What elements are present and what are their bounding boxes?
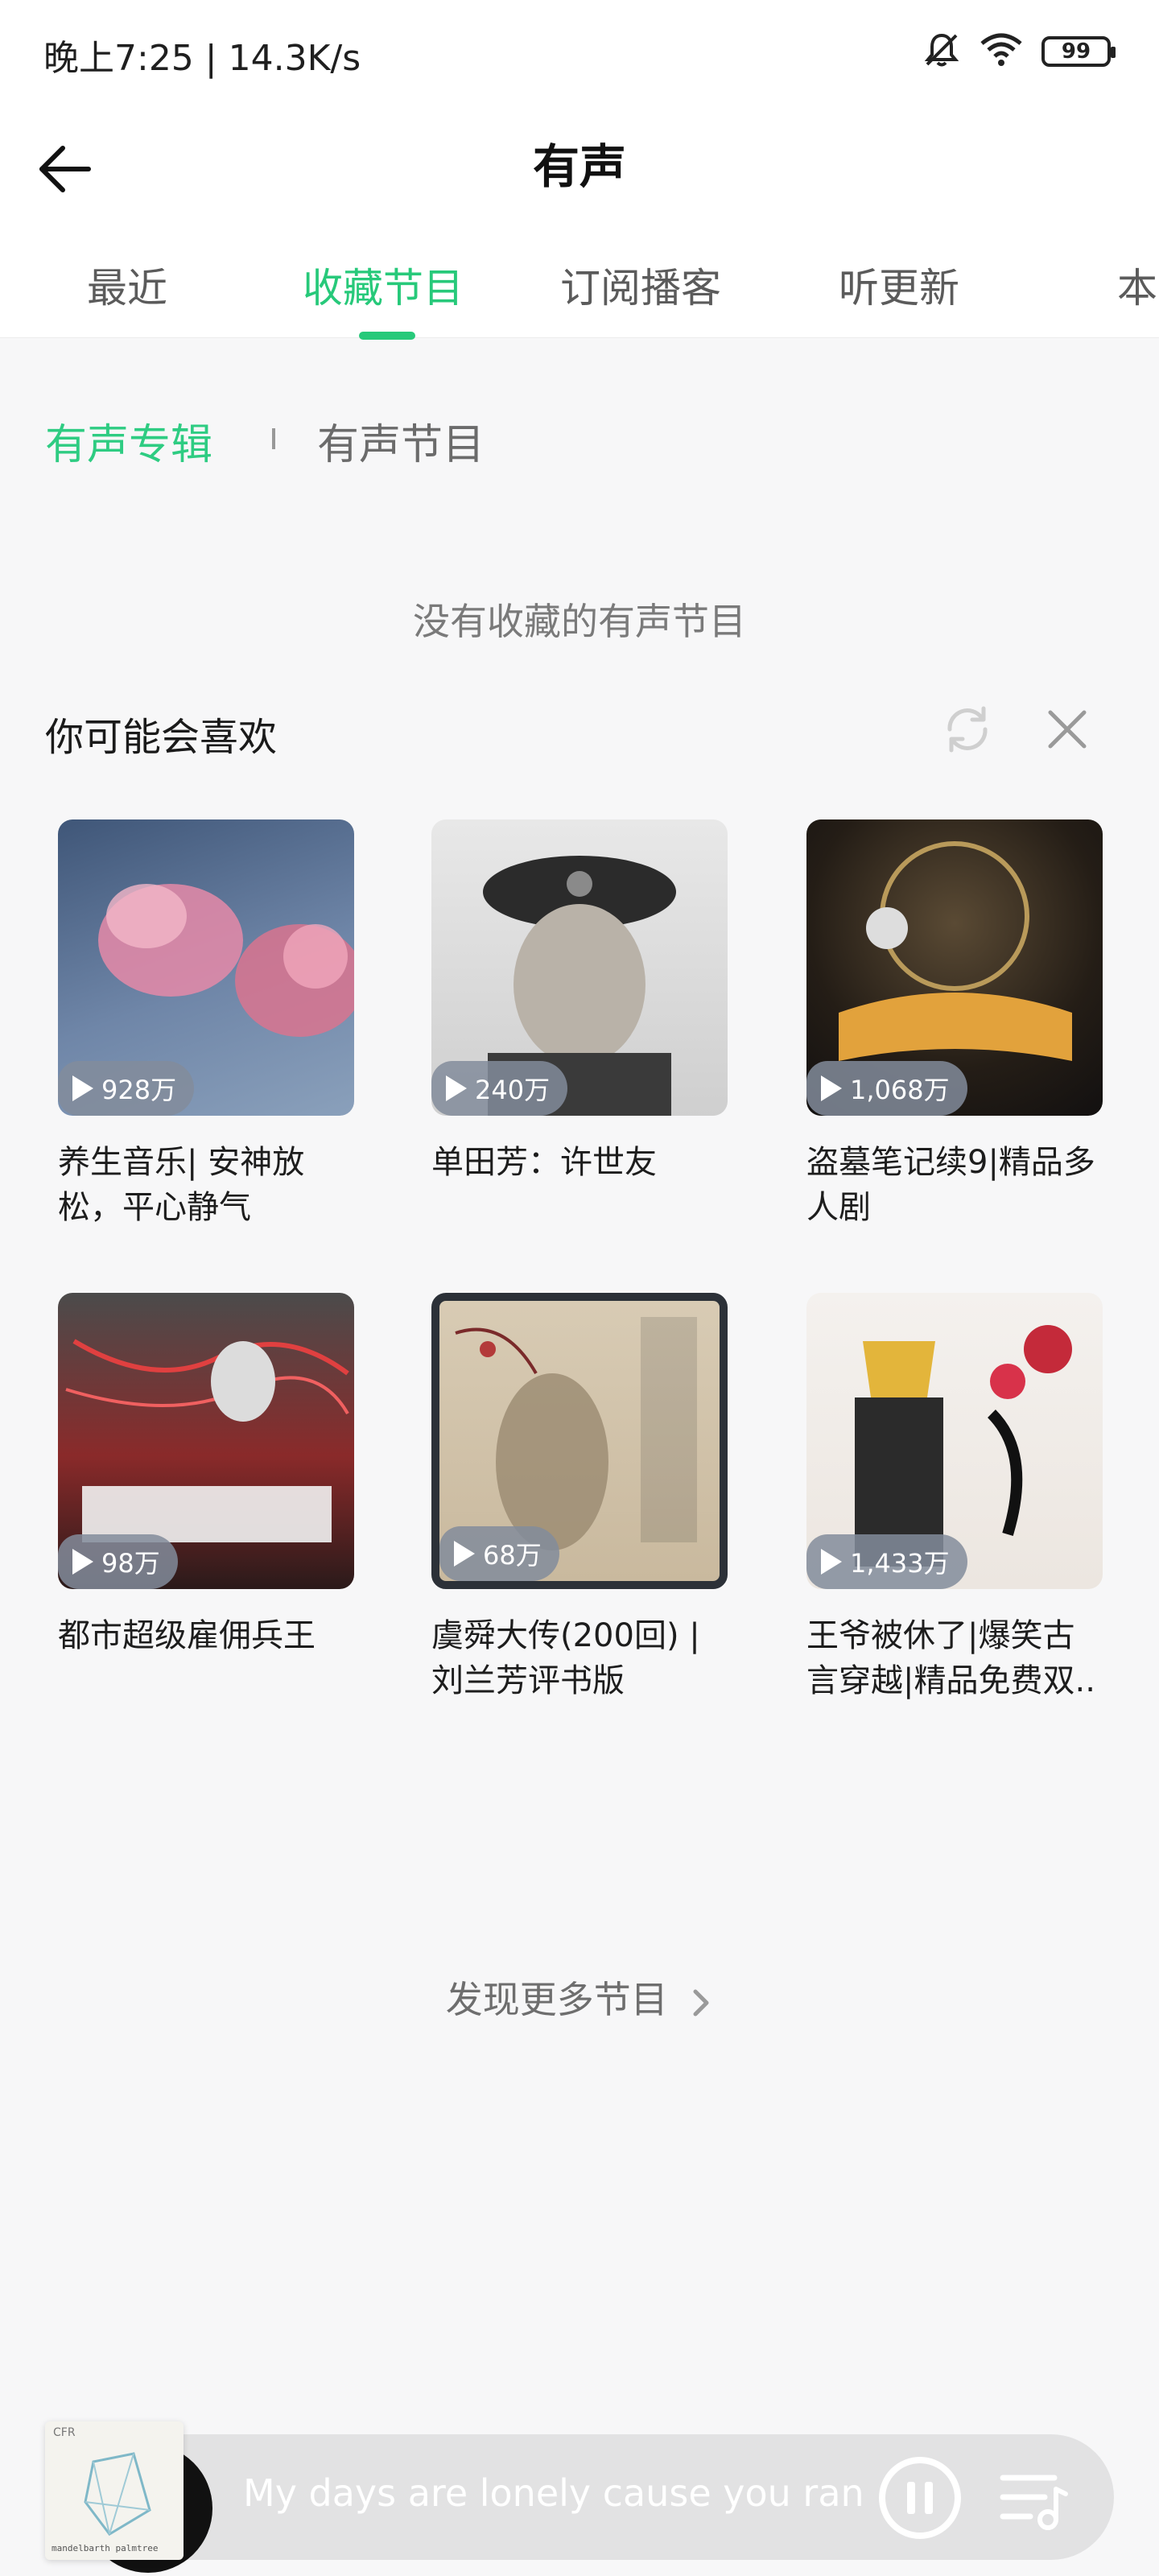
cover-image-prince: 1,433万 <box>806 1293 1103 1589</box>
segment-divider <box>272 428 275 449</box>
segment-programs[interactable]: 有声节目 <box>317 411 485 471</box>
empty-message: 没有收藏的有声节目 <box>413 600 746 643</box>
play-count: 1,433万 <box>850 1548 950 1579</box>
album-art-label-top: CFR <box>53 2426 76 2439</box>
tab-recent[interactable]: 最近 <box>87 256 167 314</box>
tab-updates[interactable]: 听更新 <box>839 256 959 314</box>
program-card[interactable]: 240万 单田芳：许世友 <box>431 819 731 1185</box>
discover-more-link[interactable]: 发现更多节目 <box>0 1971 1159 2024</box>
status-bar: 晚上7:25 | 14.3K/s 99 <box>0 0 1159 105</box>
play-count-badge: 1,433万 <box>806 1534 967 1589</box>
album-art-label-bottom: mandelbarth palmtree <box>52 2543 159 2553</box>
cover-image-tomb: 1,068万 <box>806 819 1103 1116</box>
page-title: 有声 <box>532 139 626 194</box>
play-count: 68万 <box>483 1540 542 1571</box>
play-count-badge: 68万 <box>439 1526 559 1581</box>
cover-image-lotus: 928万 <box>58 819 354 1116</box>
close-recommend-button[interactable] <box>1035 697 1099 762</box>
program-title: 虞舜大传(200回) | 刘兰芳评书版 <box>431 1617 700 1699</box>
playlist-button[interactable] <box>998 2465 1070 2534</box>
tab-more[interactable]: 本 <box>1117 256 1157 314</box>
program-title: 盗墓笔记续9|精品多人剧 <box>806 1144 1095 1226</box>
tab-bar: 最近 收藏节目 订阅播客 听更新 本 <box>0 217 1159 340</box>
play-count: 1,068万 <box>850 1075 950 1105</box>
pause-icon <box>907 2482 915 2514</box>
tab-active-indicator <box>359 332 415 340</box>
play-icon <box>821 1075 842 1101</box>
header: 有声 <box>0 105 1159 217</box>
play-icon <box>446 1075 467 1101</box>
refresh-button[interactable] <box>935 697 1000 762</box>
album-art[interactable]: CFR mandelbarth palmtree <box>45 2421 184 2560</box>
cover-image-urban: 98万 <box>58 1293 354 1589</box>
program-card[interactable]: 68万 虞舜大传(200回) | 刘兰芳评书版 <box>431 1293 731 1703</box>
play-icon <box>821 1549 842 1575</box>
play-icon <box>72 1549 93 1575</box>
play-icon <box>454 1541 475 1567</box>
program-card[interactable]: 1,068万 盗墓笔记续9|精品多人剧 <box>806 819 1106 1230</box>
tab-favorites[interactable]: 收藏节目 <box>303 256 464 314</box>
battery-icon: 99 <box>1041 36 1116 67</box>
program-title: 都市超级雇佣兵王 <box>58 1617 316 1654</box>
program-title: 王爷被休了|爆笑古言穿越|精品免费双.. <box>806 1617 1095 1699</box>
pause-button[interactable] <box>879 2457 961 2539</box>
play-count: 240万 <box>475 1075 551 1105</box>
segment-albums[interactable]: 有声专辑 <box>45 411 212 471</box>
refresh-icon <box>947 706 988 753</box>
status-icons: 99 <box>922 31 1116 72</box>
play-count-badge: 1,068万 <box>806 1061 967 1116</box>
pause-icon-bar <box>925 2482 933 2514</box>
program-card[interactable]: 98万 都市超级雇佣兵王 <box>58 1293 357 1658</box>
status-time-speed: 晚上7:25 | 14.3K/s <box>43 38 361 79</box>
play-count-badge: 928万 <box>58 1061 195 1116</box>
play-count-badge: 240万 <box>431 1061 568 1116</box>
battery-level: 99 <box>1061 39 1091 64</box>
program-title: 养生音乐| 安神放松，平心静气 <box>58 1144 305 1226</box>
now-playing-text: My days are lonely cause you ran <box>243 2471 864 2515</box>
wifi-icon <box>979 32 1024 71</box>
chevron-right-icon <box>693 1989 709 2016</box>
play-count-badge: 98万 <box>58 1534 178 1589</box>
program-card[interactable]: 928万 养生音乐| 安神放松，平心静气 <box>58 819 357 1230</box>
program-title: 单田芳：许世友 <box>431 1144 657 1181</box>
cover-image-portrait: 240万 <box>431 819 728 1116</box>
mute-bell-icon <box>922 31 961 72</box>
play-count: 928万 <box>101 1075 177 1105</box>
cover-image-painting: 68万 <box>431 1293 728 1589</box>
play-count: 98万 <box>101 1548 160 1579</box>
recommend-title: 你可能会喜欢 <box>45 715 278 760</box>
close-icon <box>1048 710 1087 749</box>
playlist-icon <box>1000 2475 1068 2530</box>
tab-subscriptions[interactable]: 订阅播客 <box>560 256 721 314</box>
play-icon <box>72 1075 93 1101</box>
program-card[interactable]: 1,433万 王爷被休了|爆笑古言穿越|精品免费双.. <box>806 1293 1106 1703</box>
discover-more-label: 发现更多节目 <box>445 1978 668 2021</box>
